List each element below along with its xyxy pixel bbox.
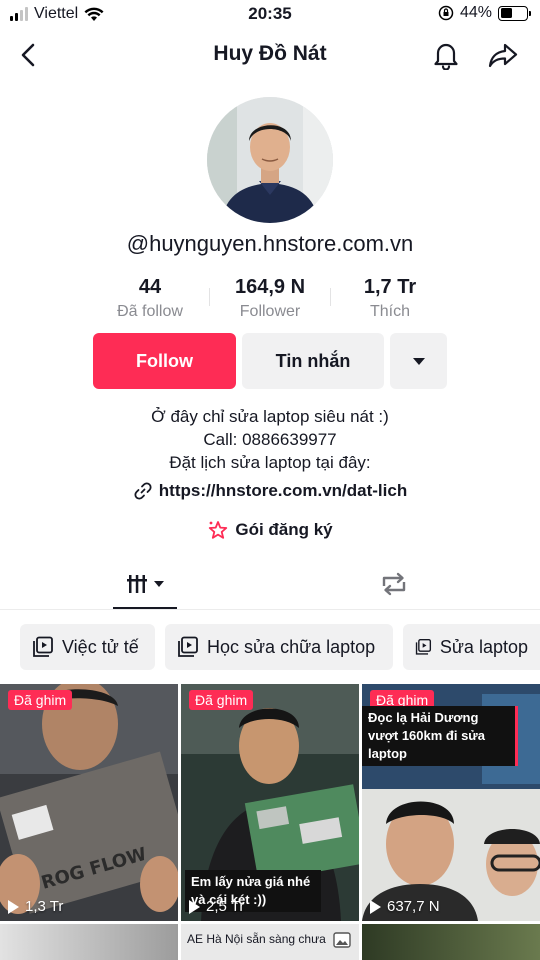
video-thumbnail[interactable] (0, 924, 178, 960)
stat-likes-label: Thích (369, 303, 410, 320)
stat-followers-value: 164,9 N (234, 276, 306, 298)
playlist-chip[interactable]: Sửa laptop (403, 624, 540, 670)
view-count-value: 637,7 N (387, 898, 440, 915)
view-count-value: 1,3 Tr (25, 898, 64, 915)
tab-videos[interactable] (113, 560, 177, 609)
profile-header: Huy Đồ Nát (0, 30, 540, 80)
link-icon (134, 482, 152, 500)
photo-icon (333, 932, 351, 948)
playlist-chip-label: Sửa laptop (439, 636, 528, 657)
follow-button[interactable]: Follow (93, 333, 236, 389)
video-thumbnail-image: ROG FLOW (0, 684, 178, 921)
view-count-value: 2,5 Tr (206, 898, 245, 915)
avatar[interactable] (207, 97, 333, 223)
video-thumbnail[interactable]: ROG FLOW Đã ghim 1,3 Tr (0, 684, 178, 921)
bio-link-text: https://hnstore.com.vn/dat-lich (158, 481, 408, 500)
subscription-link[interactable]: Gói đăng ký (0, 520, 540, 540)
playlist-chip-label: Việc tử tế (62, 636, 139, 657)
play-icon (189, 899, 200, 914)
orientation-lock-icon (438, 5, 454, 21)
video-thumbnail[interactable]: Đã ghim Em lấy nửa giá nhé và cái két :)… (181, 684, 359, 921)
more-button[interactable] (390, 333, 447, 389)
playlist-chip[interactable]: Việc tử tế (20, 624, 155, 670)
playlist-chips: Việc tử tế Học sửa chữa laptop Sửa lapto… (0, 624, 540, 670)
stat-following-value: 44 (138, 276, 162, 298)
view-count: 2,5 Tr (189, 898, 244, 915)
grid-icon (127, 574, 147, 593)
playlist-chip-label: Học sửa chữa laptop (207, 636, 376, 657)
bio-line: Đặt lịch sửa laptop tại đây: (169, 453, 371, 472)
play-icon (8, 899, 19, 914)
video-thumbnail[interactable]: AE Hà Nội sẵn sàng chưa (181, 924, 359, 960)
subscription-label: Gói đăng ký (235, 520, 333, 539)
stat-likes-value: 1,7 Tr (363, 276, 417, 298)
bio: Ở đây chỉ sửa laptop siêu nát :) Call: 0… (0, 405, 540, 474)
stat-likes[interactable]: 1,7 Tr Thích (330, 276, 450, 321)
avatar-photo (207, 97, 333, 223)
video-thumbnail-image (0, 924, 178, 960)
video-thumbnail[interactable] (362, 924, 540, 960)
playlist-icon (415, 639, 432, 655)
battery-percent: 44% (459, 4, 492, 21)
video-grid: ROG FLOW Đã ghim 1,3 Tr Đã ghim Em lấy n… (0, 684, 540, 960)
playlist-icon (33, 636, 53, 657)
stat-followers-label: Follower (239, 303, 301, 320)
view-count: 637,7 N (370, 898, 440, 915)
repost-icon[interactable] (378, 570, 410, 598)
action-buttons: Follow Tin nhắn (0, 333, 540, 389)
view-count: 1,3 Tr (8, 898, 63, 915)
bio-line: Ở đây chỉ sửa laptop siêu nát :) (151, 407, 389, 426)
chevron-down-icon (412, 357, 425, 365)
video-thumbnail[interactable]: Đã ghim Đọc lạ Hải Dương vượt 160km đi s… (362, 684, 540, 921)
chevron-down-icon (154, 580, 164, 587)
stats-row: 44 Đã follow 164,9 N Follower 1,7 Tr Thí… (0, 276, 540, 326)
battery-group: 44% (438, 4, 531, 22)
stat-following[interactable]: 44 Đã follow (90, 276, 210, 321)
share-icon[interactable] (487, 40, 519, 70)
battery-fill (500, 8, 512, 18)
pinned-badge: Đã ghim (189, 690, 254, 710)
stat-followers[interactable]: 164,9 N Follower (210, 276, 330, 321)
bio-link[interactable]: https://hnstore.com.vn/dat-lich (0, 481, 540, 501)
content-tabs (0, 560, 540, 610)
video-caption: AE Hà Nội sẵn sàng chưa (187, 932, 326, 946)
playlist-icon (178, 636, 198, 657)
subscription-star-icon (209, 521, 228, 539)
pinned-badge: Đã ghim (8, 690, 73, 710)
status-bar: Viettel 20:35 44% (0, 0, 540, 28)
battery-icon (498, 5, 531, 21)
video-caption: Đọc lạ Hải Dương vượt 160km đi sửa lapto… (362, 706, 518, 766)
message-button[interactable]: Tin nhắn (242, 333, 384, 389)
video-thumbnail-image (362, 924, 540, 960)
username: @huynguyen.hnstore.com.vn (126, 231, 414, 256)
stat-following-label: Đã follow (117, 303, 183, 320)
bell-icon[interactable] (432, 40, 460, 70)
bio-line: Call: 0886639977 (203, 430, 337, 449)
play-icon (370, 899, 381, 914)
playlist-chip[interactable]: Học sửa chữa laptop (165, 624, 393, 670)
